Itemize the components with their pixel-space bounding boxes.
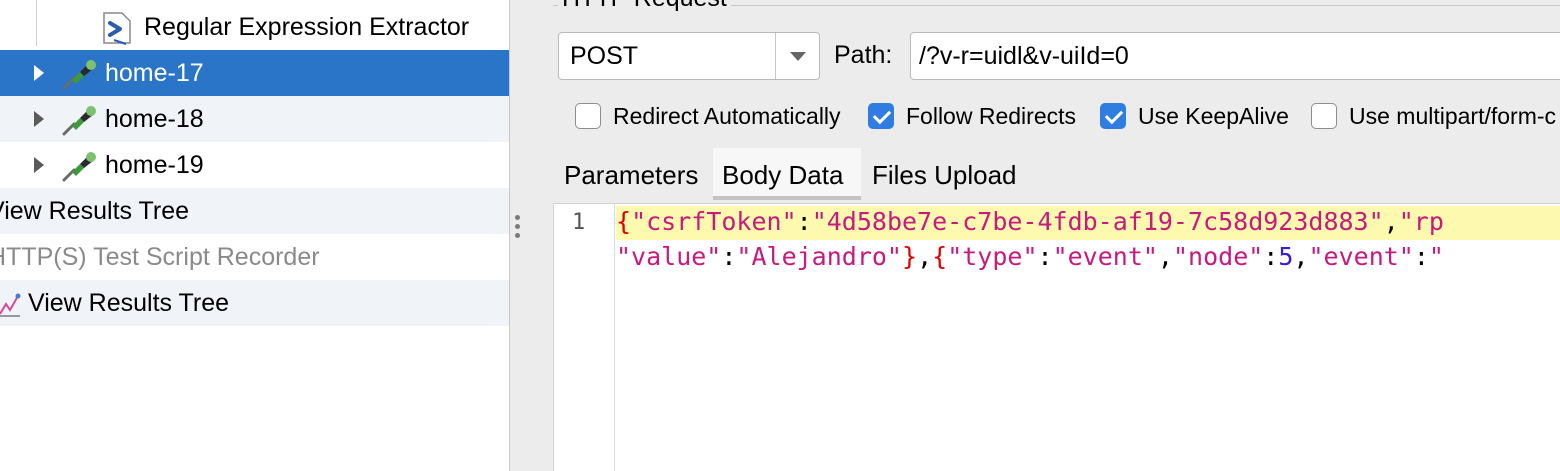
method-value: POST xyxy=(570,42,639,70)
code-line-1: {"csrfToken":"4d58be7e-c7be-4fdb-af19-7c… xyxy=(616,207,1444,236)
checkbox-box[interactable] xyxy=(1311,103,1337,129)
expand-arrow-icon[interactable] xyxy=(34,111,44,127)
checkbox-label: Use multipart/form-c xyxy=(1349,102,1557,129)
expand-arrow-icon[interactable] xyxy=(34,65,44,81)
tree-item-label: View Results Tree xyxy=(0,196,190,225)
code-token: 5 xyxy=(1278,242,1294,271)
code-token: { xyxy=(616,207,632,236)
path-label: Path: xyxy=(834,41,893,69)
tree-item-regex-extractor[interactable]: Regular Expression Extractor xyxy=(0,0,509,50)
method-select[interactable]: POST xyxy=(558,32,820,80)
line-number: 1 xyxy=(572,210,586,235)
splitter-grip-dot xyxy=(515,224,520,229)
tree-item-view-results-tree[interactable]: View Results Tree xyxy=(0,188,509,234)
tab-label: Parameters xyxy=(564,160,699,190)
checkbox-label: Redirect Automatically xyxy=(613,102,841,129)
code-token: "value" xyxy=(616,242,722,271)
code-token: : xyxy=(721,242,737,271)
code-token: : xyxy=(796,207,812,236)
use-multipart-checkbox[interactable]: Use multipart/form-c xyxy=(1311,102,1556,130)
code-token: { xyxy=(932,242,948,271)
tree-item-label: home-17 xyxy=(105,58,204,87)
code-token: "csrfToken" xyxy=(631,207,797,236)
tree-guide-line xyxy=(36,0,37,46)
panel-splitter[interactable] xyxy=(509,0,525,471)
chevron-down-icon xyxy=(790,52,806,61)
code-token: , xyxy=(1293,242,1309,271)
checkbox-label: Follow Redirects xyxy=(906,102,1076,129)
code-token: "type" xyxy=(947,242,1038,271)
tab-files-upload[interactable]: Files Upload xyxy=(872,148,1017,200)
tree-item-label: home-19 xyxy=(105,150,204,179)
sampler-dropper-icon xyxy=(62,106,96,136)
test-plan-tree: Regular Expression Extractor home-17 hom… xyxy=(0,0,509,471)
code-token: : xyxy=(1037,242,1053,271)
splitter-grip-dot xyxy=(515,215,520,220)
code-token: "node" xyxy=(1172,242,1264,271)
method-dropdown-button[interactable] xyxy=(775,33,819,79)
follow-redirects-checkbox[interactable]: Follow Redirects xyxy=(868,102,1076,130)
code-token: } xyxy=(902,242,918,271)
tab-label: Body Data xyxy=(722,160,844,190)
expand-arrow-icon[interactable] xyxy=(34,157,44,173)
line-number-gutter: 1 xyxy=(554,204,615,471)
use-keepalive-checkbox[interactable]: Use KeepAlive xyxy=(1100,102,1289,130)
tree-item-label: home-18 xyxy=(105,104,204,133)
code-token: , xyxy=(917,242,933,271)
regex-extractor-icon xyxy=(103,12,131,45)
redirect-automatically-checkbox[interactable]: Redirect Automatically xyxy=(575,102,841,130)
body-data-editor[interactable]: 1 {"csrfToken":"4d58be7e-c7be-4fdb-af19-… xyxy=(553,203,1560,471)
tree-item-label: HTTP(S) Test Script Recorder xyxy=(0,242,320,271)
path-value: /?v-r=uidl&v-uiId=0 xyxy=(919,42,1129,70)
checkbox-box[interactable] xyxy=(1100,103,1126,129)
path-input[interactable]: /?v-r=uidl&v-uiId=0 xyxy=(910,32,1560,80)
code-token: , xyxy=(1383,207,1399,236)
sampler-dropper-icon xyxy=(62,60,96,90)
results-tree-icon xyxy=(0,293,21,317)
code-line-2: "value":"Alejandro"},{"type":"event","no… xyxy=(616,242,1444,271)
checkbox-label: Use KeepAlive xyxy=(1138,102,1289,129)
code-token: "4d58be7e-c7be-4fdb-af19-7c58d923d883" xyxy=(811,207,1384,236)
sampler-dropper-icon xyxy=(62,152,96,182)
code-token: : xyxy=(1413,242,1429,271)
tab-label: Files Upload xyxy=(872,160,1017,190)
http-request-panel: HTTP Request POST Path: /?v-r=uidl&v-uiI… xyxy=(525,0,1560,471)
code-token: "Alejandro" xyxy=(736,242,902,271)
tree-item-test-script-recorder[interactable]: HTTP(S) Test Script Recorder xyxy=(0,234,509,280)
tree-item-home-18[interactable]: home-18 xyxy=(0,96,509,142)
code-token: "rp xyxy=(1398,207,1444,236)
tree-item-home-17[interactable]: home-17 xyxy=(0,50,509,96)
checkbox-box[interactable] xyxy=(868,103,894,129)
tab-parameters[interactable]: Parameters xyxy=(564,148,698,200)
tree-item-label: View Results Tree xyxy=(28,288,230,317)
section-title: HTTP Request xyxy=(558,0,731,13)
tab-body-data[interactable]: Body Data xyxy=(713,148,861,200)
splitter-grip-dot xyxy=(515,233,520,238)
checkbox-box[interactable] xyxy=(575,103,601,129)
tree-item-home-19[interactable]: home-19 xyxy=(0,142,509,188)
code-token: : xyxy=(1263,242,1279,271)
code-token: "event" xyxy=(1052,242,1158,271)
tree-item-label: Regular Expression Extractor xyxy=(144,12,470,41)
code-token: " xyxy=(1428,242,1444,271)
code-token: "event" xyxy=(1308,242,1414,271)
code-token: , xyxy=(1157,242,1173,271)
tree-item-view-results-tree-2[interactable]: View Results Tree xyxy=(0,280,509,326)
